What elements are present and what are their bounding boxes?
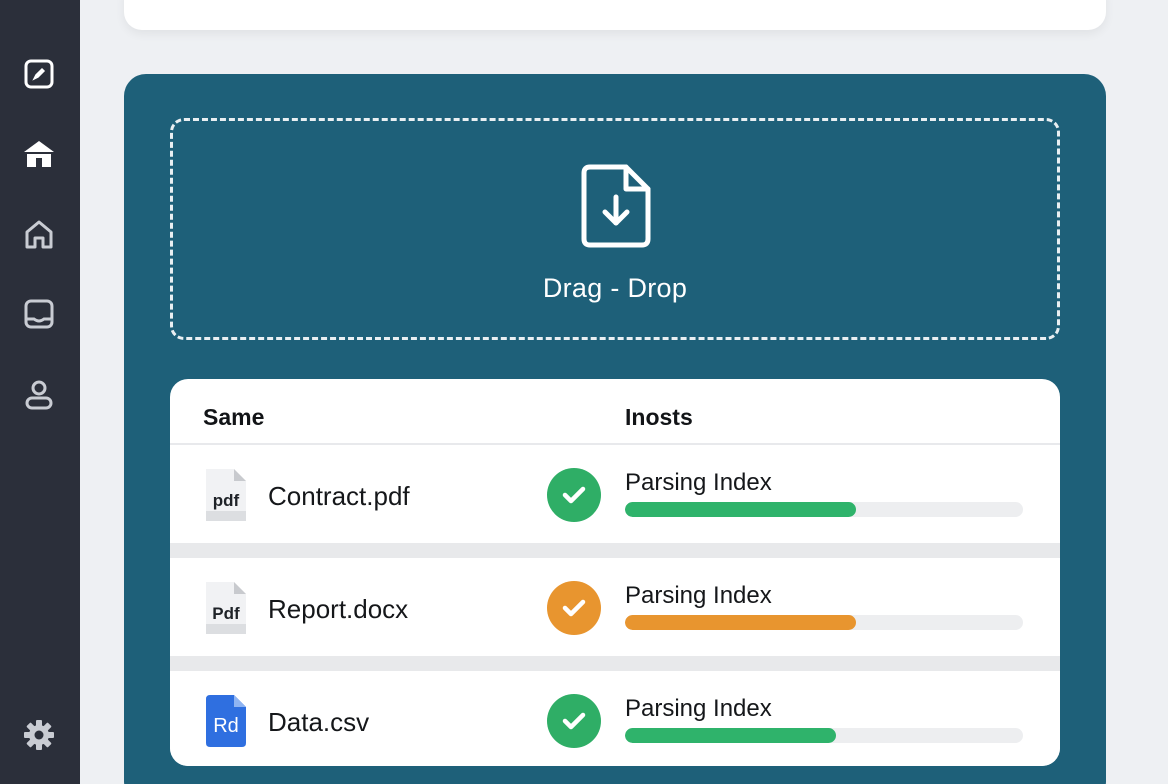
file-type-tag: Pdf [212, 604, 240, 623]
home-filled-icon[interactable] [20, 135, 58, 173]
home-outline-icon[interactable] [20, 215, 58, 253]
progress-track [625, 728, 1023, 743]
column-header-status: Inosts [625, 404, 693, 430]
gear-icon[interactable] [20, 716, 58, 754]
progress-fill [625, 728, 836, 743]
progress-label: Parsing Index [625, 582, 772, 609]
progress-fill [625, 615, 856, 630]
progress-track [625, 502, 1023, 517]
table-row[interactable]: Pdf Report.docx Parsing Index [170, 558, 1060, 656]
file-type-tag: pdf [212, 491, 240, 510]
check-circle-icon [547, 581, 601, 635]
progress-label: Parsing Index [625, 469, 772, 496]
row-separator [170, 543, 1060, 558]
file-name: Report.docx [268, 594, 409, 624]
progress-track [625, 615, 1023, 630]
csv-file-icon: Rd [204, 693, 248, 749]
top-card [124, 0, 1106, 30]
pdf-file-icon: Pdf [204, 580, 248, 636]
user-icon[interactable] [20, 375, 58, 413]
files-table: Same Inosts pdf Contract.pdf Parsing Ind… [170, 379, 1060, 766]
sidebar [0, 0, 80, 784]
file-name: Data.csv [268, 707, 370, 737]
table-row[interactable]: Rd Data.csv Parsing Index [170, 671, 1060, 766]
progress-fill [625, 502, 856, 517]
progress-label: Parsing Index [625, 695, 772, 722]
column-header-name: Same [203, 404, 265, 430]
file-name: Contract.pdf [268, 481, 410, 511]
table-row[interactable]: pdf Contract.pdf Parsing Index [170, 445, 1060, 543]
file-download-icon [581, 164, 651, 248]
upload-panel: Drag - Drop Same Inosts pdf Contract.pdf… [124, 74, 1106, 784]
inbox-icon[interactable] [20, 295, 58, 333]
check-circle-icon [547, 468, 601, 522]
check-circle-icon [547, 694, 601, 748]
file-type-tag: Rd [213, 715, 239, 737]
row-separator [170, 656, 1060, 671]
document-edit-icon[interactable] [20, 55, 58, 93]
drop-label: Drag - Drop [542, 273, 688, 303]
pdf-file-icon: pdf [204, 467, 248, 523]
drop-zone[interactable]: Drag - Drop [170, 118, 1060, 340]
